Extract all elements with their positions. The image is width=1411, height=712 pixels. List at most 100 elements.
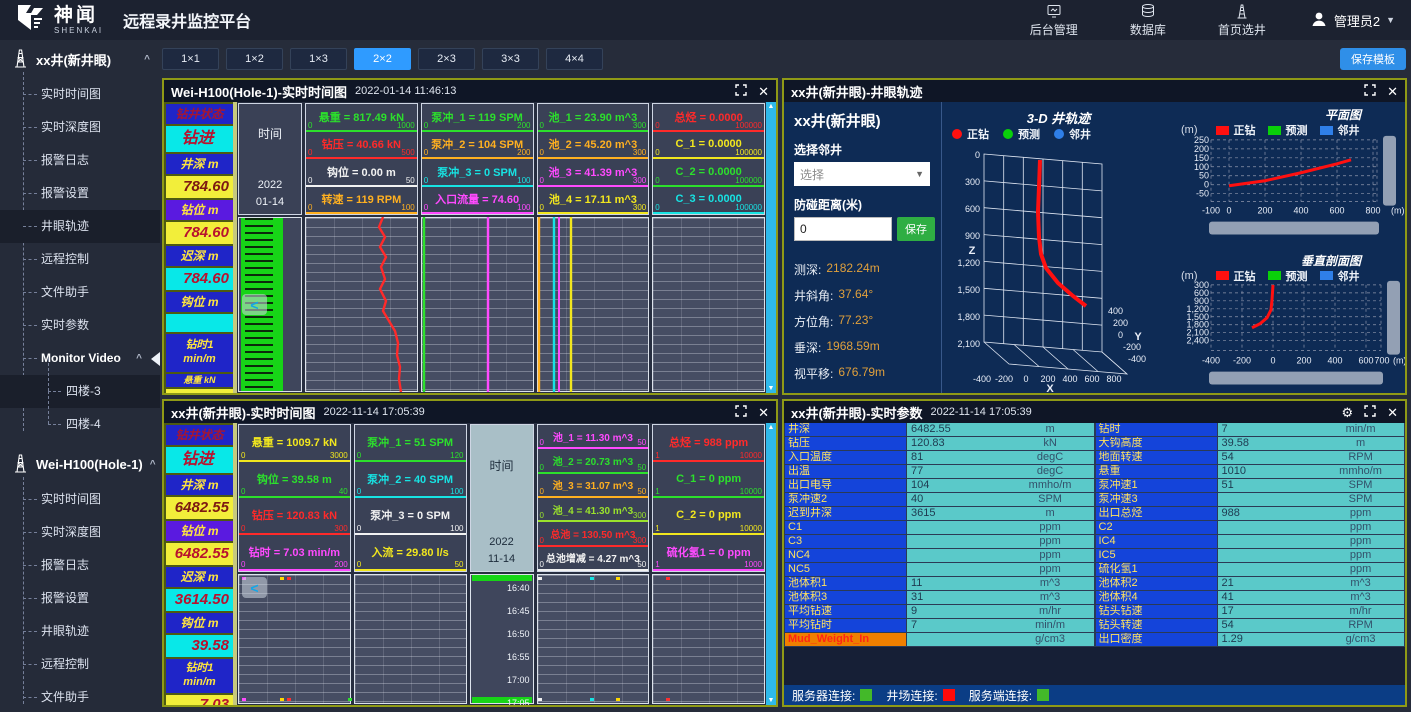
param-name-cell: 井深 — [784, 423, 907, 437]
param-unit: ppm — [1007, 535, 1094, 548]
track-plot-3[interactable] — [537, 217, 650, 392]
sidebar-item-实时深度图[interactable]: 实时深度图 — [0, 516, 160, 549]
time-axis-day: 11-14 — [488, 551, 515, 568]
track-plot-4[interactable] — [652, 574, 765, 704]
status-indicator — [943, 689, 955, 701]
curve-min: 0 — [540, 560, 544, 569]
top-menu-item-3[interactable]: 首页选井 — [1218, 3, 1266, 37]
curve-min: 0 — [308, 203, 312, 212]
table-row: Mud_Weight_Ing/cm3出口密度1.29g/cm3 — [784, 633, 1405, 647]
track-plot-1[interactable] — [305, 217, 418, 392]
scroll-down-icon[interactable]: ▼ — [768, 697, 775, 704]
close-icon[interactable]: ✕ — [1387, 406, 1398, 419]
param-name-cell: 平均钻速 — [784, 605, 907, 619]
section-horizontal-scrollbar[interactable] — [1209, 371, 1383, 384]
panel-body: 钻井状态钻进井深 m6482.55钻位 m6482.55迟深 m3614.50钩… — [164, 423, 776, 705]
scroll-back-button[interactable]: < — [242, 577, 267, 598]
layout-button-1x1[interactable]: 1×1 — [162, 48, 219, 70]
layout-button-1x3[interactable]: 1×3 — [290, 48, 347, 70]
sidebar-item-实时深度图[interactable]: 实时深度图 — [0, 111, 160, 144]
close-icon[interactable]: ✕ — [758, 406, 769, 419]
track-plot-2[interactable] — [354, 574, 467, 704]
table-row: C1ppmC2ppm — [784, 521, 1405, 535]
anti-collision-input[interactable] — [794, 217, 892, 241]
sidebar-item-Monitor Video[interactable]: Monitor Video^ — [0, 342, 160, 375]
sidebar-item-远程控制[interactable]: 远程控制 — [0, 648, 160, 681]
track-plot-2[interactable] — [421, 217, 534, 392]
sidebar-item-远程控制[interactable]: 远程控制 — [0, 243, 160, 276]
scroll-back-button[interactable]: < — [242, 294, 267, 315]
track-plot-3[interactable] — [537, 574, 650, 704]
time-tick: 16:40 — [507, 583, 530, 593]
curve-min: 0 — [655, 121, 659, 130]
user-menu[interactable]: 管理员2 ▼ — [1310, 10, 1395, 31]
section-vertical-scrollbar[interactable] — [1387, 280, 1400, 354]
close-icon[interactable]: ✕ — [1387, 85, 1398, 98]
layout-button-2x2[interactable]: 2×2 — [354, 48, 411, 70]
save-button[interactable]: 保存 — [897, 217, 935, 241]
top-menu-item-2[interactable]: 数据库 — [1130, 3, 1166, 37]
param-unit: SPM — [1317, 479, 1404, 492]
tick-label: 400 — [1328, 355, 1343, 365]
sidebar-item-实时时间图[interactable]: 实时时间图 — [0, 483, 160, 516]
param-unit: ppm — [1317, 563, 1404, 576]
sidebar-item-报警日志[interactable]: 报警日志 — [0, 144, 160, 177]
layout-button-3x3[interactable]: 3×3 — [482, 48, 539, 70]
expand-icon[interactable] — [735, 405, 747, 419]
tick-label: 600 — [965, 204, 980, 214]
vertical-scrollbar[interactable]: ▲▼ — [766, 423, 776, 705]
gear-icon[interactable]: ⚙ — [1341, 406, 1353, 419]
sidebar-well-1[interactable]: xx井(新井眼)^ — [0, 40, 160, 78]
vertical-scrollbar[interactable]: ▲▼ — [766, 102, 776, 393]
layout-button-4x4[interactable]: 4×4 — [546, 48, 603, 70]
trajectory-stat: 垂深:1968.59m — [794, 339, 931, 356]
curve-min: 0 — [655, 203, 659, 212]
expand-icon[interactable] — [1364, 84, 1376, 98]
curve-label: 入口流量 = 74.60 — [435, 191, 519, 207]
sidebar-item-报警设置[interactable]: 报警设置 — [0, 177, 160, 210]
plan-vertical-scrollbar[interactable] — [1383, 136, 1396, 206]
scroll-up-icon[interactable]: ▲ — [768, 424, 775, 431]
sidebar-item-实时时间图[interactable]: 实时时间图 — [0, 78, 160, 111]
expand-icon[interactable] — [1364, 405, 1376, 419]
plan-horizontal-scrollbar[interactable] — [1209, 222, 1379, 235]
well-name: xx井(新井眼) — [794, 110, 931, 131]
scroll-up-icon[interactable]: ▲ — [768, 103, 775, 110]
save-template-button[interactable]: 保存模板 — [1340, 48, 1406, 70]
sidebar-item-文件助手[interactable]: 文件助手 — [0, 681, 160, 712]
curve-header: 0C_1 = 0.0000100000 — [653, 132, 764, 160]
curve-min: 0 — [241, 524, 245, 533]
close-icon[interactable]: ✕ — [758, 85, 769, 98]
expand-icon[interactable] — [735, 84, 747, 98]
sidebar-item-井眼轨迹[interactable]: 井眼轨迹 — [0, 210, 160, 243]
sidebar-item-四楼-3[interactable]: 四楼-3 — [0, 375, 160, 408]
sidebar-item-文件助手[interactable]: 文件助手 — [0, 276, 160, 309]
curve-header: 0池_2 = 45.20 m^3300 — [538, 132, 649, 160]
layout-button-1x2[interactable]: 1×2 — [226, 48, 283, 70]
stat-label: 投影角: — [794, 391, 833, 395]
sidebar-collapse-handle[interactable] — [151, 352, 160, 366]
param-unit: degC — [1007, 451, 1094, 464]
sidebar-item-实时参数[interactable]: 实时参数 — [0, 309, 160, 342]
sidebar-well-2[interactable]: Wei-H100(Hole-1)^ — [0, 445, 160, 483]
top-menu-item-1[interactable]: 后台管理 — [1030, 3, 1078, 37]
sidebar-item-报警设置[interactable]: 报警设置 — [0, 582, 160, 615]
curve-min: 0 — [308, 148, 312, 157]
stat-value: 1968.59m — [826, 339, 879, 356]
layout-button-2x3[interactable]: 2×3 — [418, 48, 475, 70]
track-plot-4[interactable] — [652, 217, 765, 392]
top-menu: 后台管理 数据库 首页选井 — [1030, 3, 1266, 37]
curve-max: 10000 — [740, 524, 762, 533]
sidebar-item-报警日志[interactable]: 报警日志 — [0, 549, 160, 582]
legend-swatch — [1054, 129, 1064, 139]
stat-label: 井斜角: — [794, 287, 833, 304]
sidebar-item-四楼-4[interactable]: 四楼-4 — [0, 408, 160, 441]
scroll-down-icon[interactable]: ▼ — [768, 385, 775, 392]
curve-max: 200 — [517, 121, 530, 130]
sidebar-item-井眼轨迹[interactable]: 井眼轨迹 — [0, 615, 160, 648]
param-label: 钻时1 min/m — [166, 334, 233, 372]
connection-status-bar: 服务器连接:井场连接:服务端连接: — [784, 685, 1405, 705]
chevron-down-icon: ▼ — [1386, 15, 1395, 25]
neighbor-well-select[interactable]: 选择 ▼ — [794, 162, 930, 186]
param-value: 39.58 — [166, 635, 233, 657]
